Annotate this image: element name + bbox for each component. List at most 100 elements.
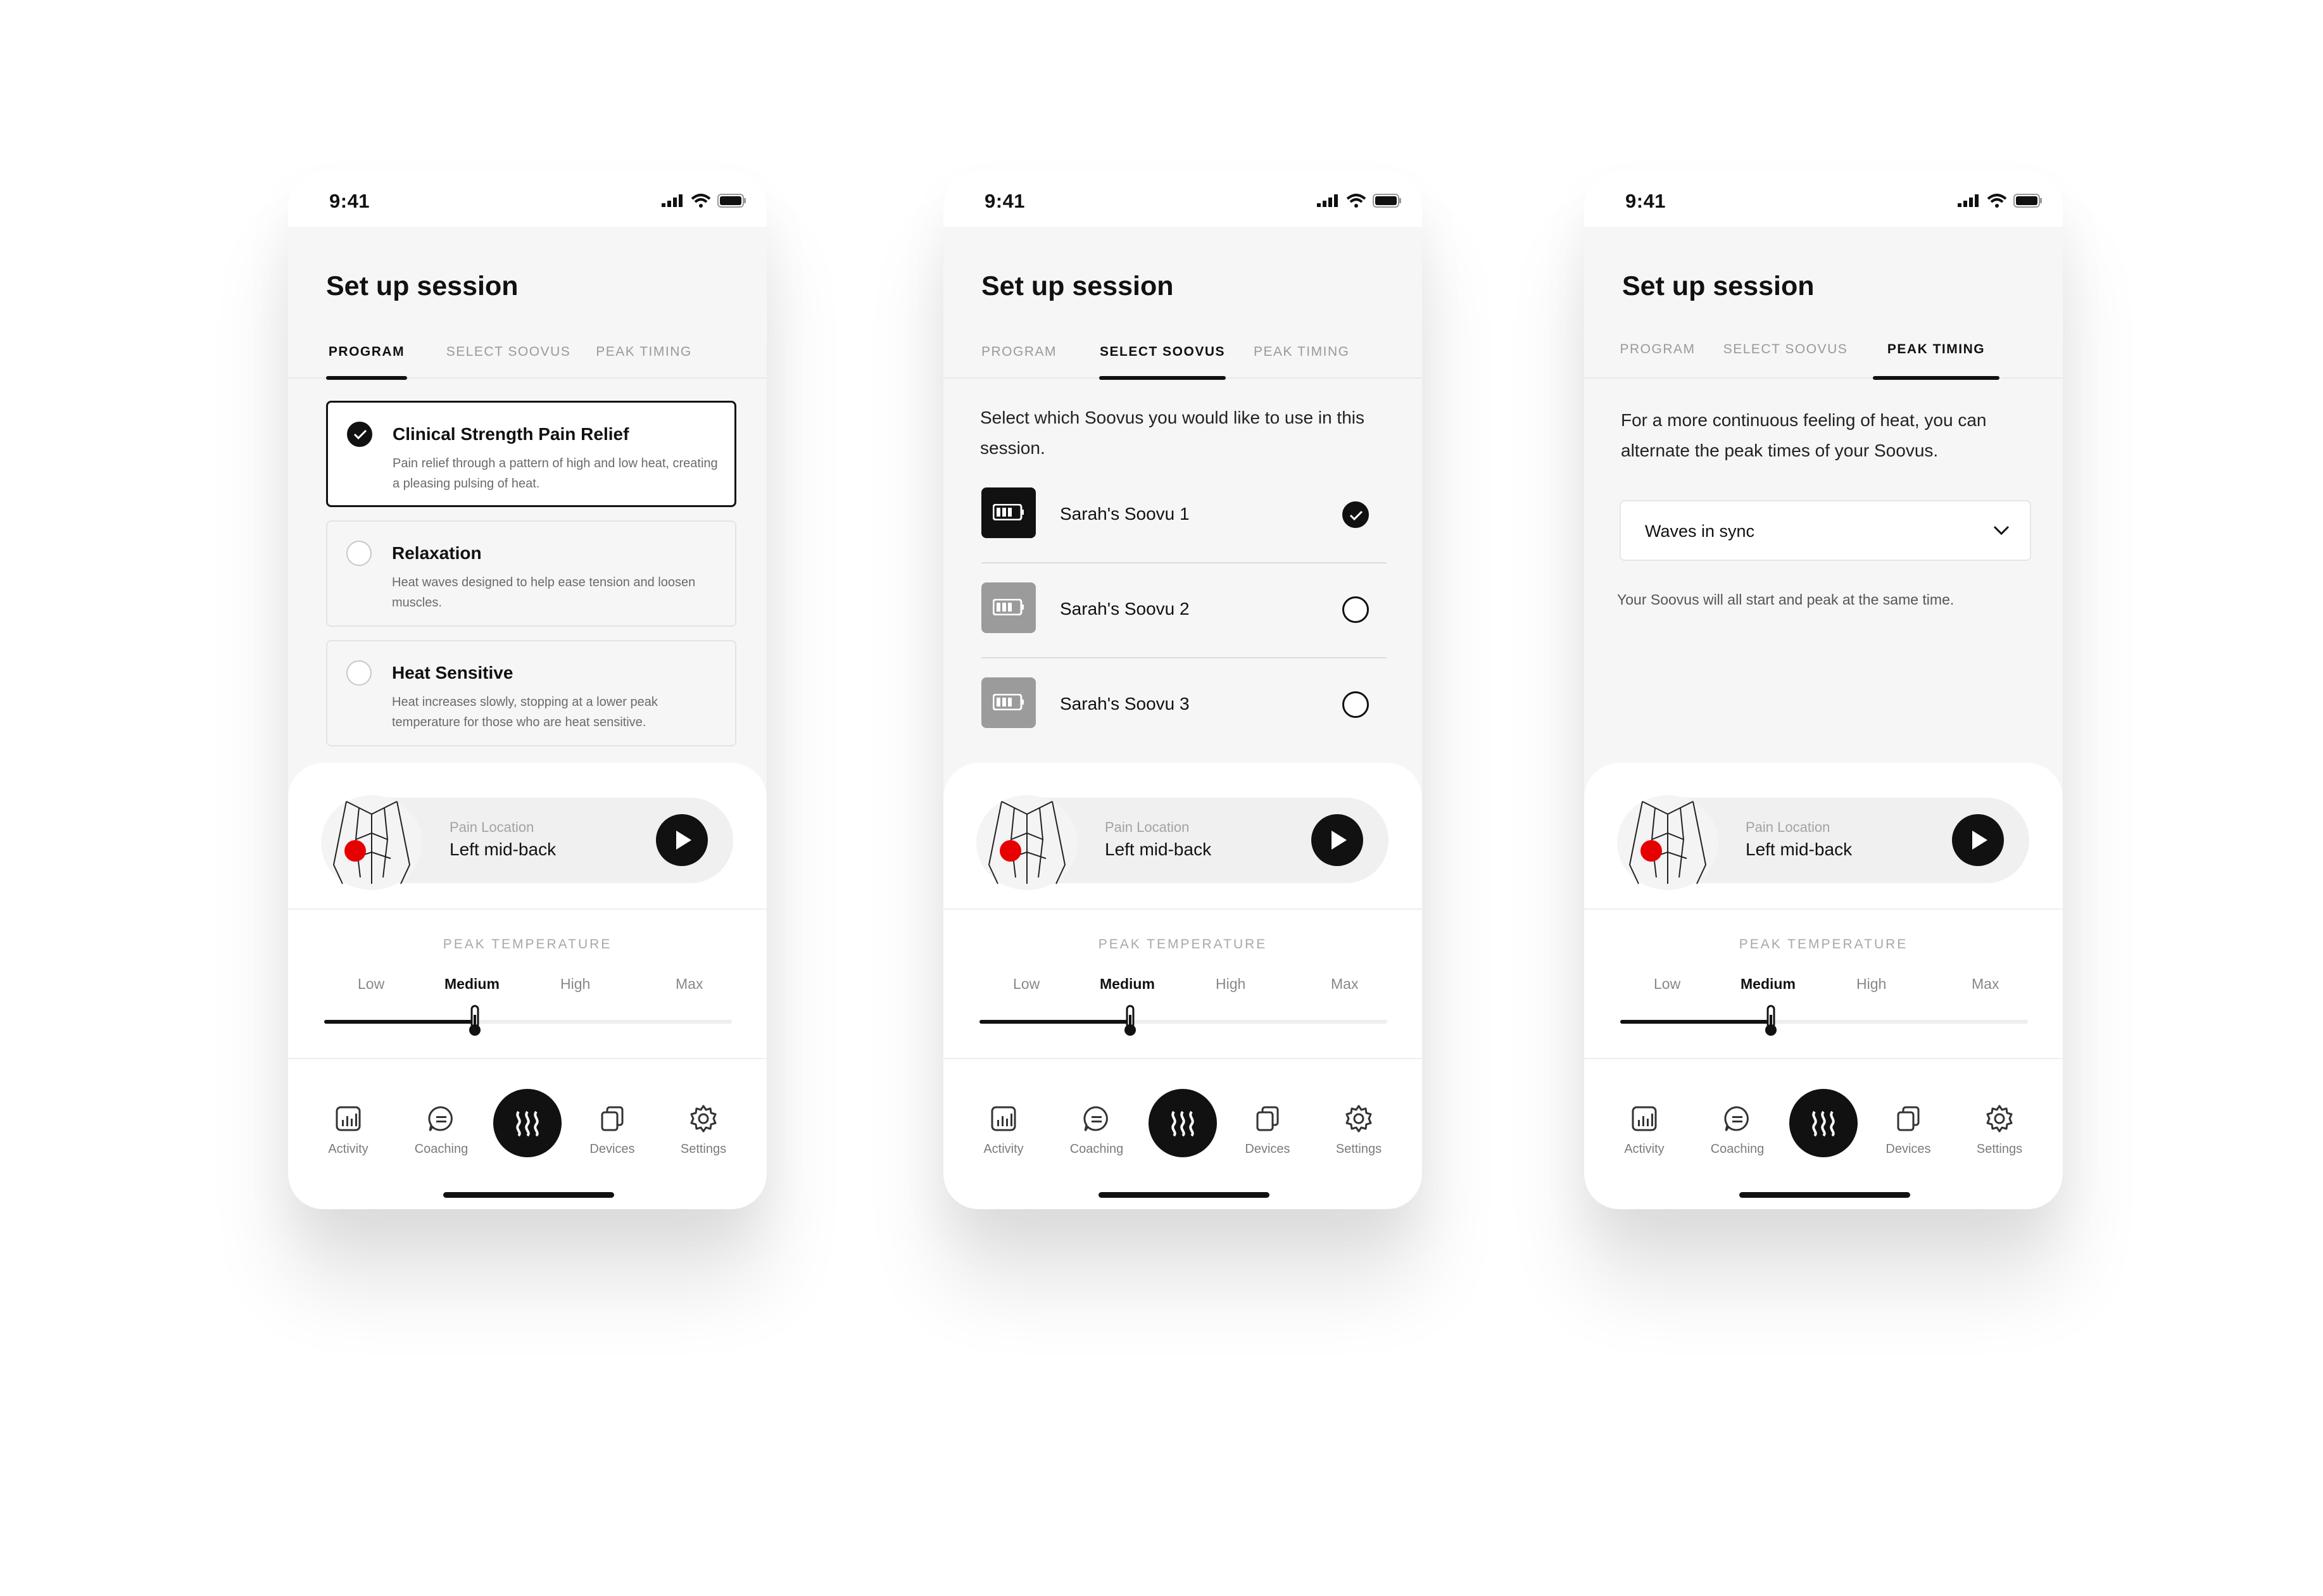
pain-location-value: Left mid-back bbox=[1105, 839, 1212, 859]
temp-level-medium[interactable]: Medium bbox=[444, 976, 500, 993]
tab-program[interactable]: PROGRAM bbox=[326, 339, 407, 380]
tab-select-soovus[interactable]: SELECT SOOVUS bbox=[445, 339, 572, 379]
status-time: 9:41 bbox=[985, 190, 1026, 212]
pain-location-card[interactable]: Pain Location Left mid-back bbox=[1617, 795, 2029, 890]
activity-icon bbox=[991, 1106, 1016, 1131]
device-checkbox[interactable] bbox=[1342, 691, 1369, 718]
nav-settings[interactable]: Settings bbox=[1961, 1103, 2037, 1157]
temp-level-max[interactable]: Max bbox=[1331, 976, 1358, 993]
phone-peak-timing-screen: 9:41 Set up session PROGRAM SELECT SOOVU… bbox=[1584, 171, 2063, 1209]
radio-selected[interactable] bbox=[347, 422, 372, 447]
temp-level-low[interactable]: Low bbox=[1654, 976, 1680, 993]
temp-level-medium[interactable]: Medium bbox=[1100, 976, 1155, 993]
status-time: 9:41 bbox=[329, 190, 370, 212]
peak-timing-dropdown[interactable]: Waves in sync bbox=[1620, 500, 2031, 561]
pain-location-label: Pain Location bbox=[450, 819, 534, 835]
thermometer-thumb-icon[interactable] bbox=[1764, 1005, 1778, 1038]
device-checkbox-checked[interactable] bbox=[1342, 501, 1369, 528]
play-button[interactable] bbox=[1311, 814, 1363, 866]
temperature-slider[interactable] bbox=[324, 1020, 732, 1024]
program-card-relaxation[interactable]: Relaxation Heat waves designed to help e… bbox=[326, 520, 736, 627]
play-button[interactable] bbox=[656, 814, 708, 866]
tab-bar: PROGRAM SELECT SOOVUS PEAK TIMING bbox=[1584, 339, 2063, 380]
tab-peak-timing[interactable]: PEAK TIMING bbox=[593, 339, 695, 379]
status-icons bbox=[1317, 194, 1402, 208]
temp-level-high[interactable]: High bbox=[1216, 976, 1245, 993]
pain-location-label: Pain Location bbox=[1105, 819, 1190, 835]
program-title: Heat Sensitive bbox=[392, 663, 513, 682]
settings-gear-icon bbox=[1345, 1105, 1372, 1133]
play-button[interactable] bbox=[1952, 814, 2004, 866]
program-card-clinical[interactable]: Clinical Strength Pain Relief Pain relie… bbox=[326, 401, 736, 507]
page-title: Set up session bbox=[1622, 271, 1815, 301]
temp-level-low[interactable]: Low bbox=[1013, 976, 1040, 993]
radio-unselected[interactable] bbox=[346, 660, 372, 686]
home-indicator[interactable] bbox=[1739, 1192, 1910, 1198]
phone-program-screen: 9:41 Set up session PROGRAM SELECT SOOVU… bbox=[288, 171, 767, 1209]
temp-level-max[interactable]: Max bbox=[676, 976, 703, 993]
play-icon bbox=[1331, 831, 1347, 850]
dropdown-value: Waves in sync bbox=[1645, 522, 1755, 541]
nav-coaching[interactable]: Coaching bbox=[403, 1103, 479, 1157]
nav-activity[interactable]: Activity bbox=[310, 1103, 386, 1157]
wifi-icon bbox=[691, 194, 711, 208]
program-description: Heat waves designed to help ease tension… bbox=[392, 575, 696, 610]
devices-icon bbox=[1256, 1106, 1279, 1131]
tab-select-soovus[interactable]: SELECT SOOVUS bbox=[1722, 339, 1849, 379]
signal-icon bbox=[1317, 194, 1338, 207]
temp-level-medium[interactable]: Medium bbox=[1741, 976, 1796, 993]
nav-settings[interactable]: Settings bbox=[1321, 1103, 1397, 1157]
tab-program[interactable]: PROGRAM bbox=[1620, 339, 1696, 379]
settings-gear-icon bbox=[1986, 1105, 2013, 1133]
start-heat-button[interactable] bbox=[1789, 1089, 1858, 1157]
home-indicator[interactable] bbox=[1099, 1192, 1269, 1198]
program-description: Pain relief through a pattern of high an… bbox=[393, 456, 718, 491]
nav-activity[interactable]: Activity bbox=[1606, 1103, 1682, 1157]
temperature-slider[interactable] bbox=[1620, 1020, 2028, 1024]
temp-level-high[interactable]: High bbox=[560, 976, 590, 993]
nav-coaching[interactable]: Coaching bbox=[1699, 1103, 1775, 1157]
temperature-slider-fill bbox=[979, 1020, 1131, 1024]
temp-level-max[interactable]: Max bbox=[1972, 976, 1999, 993]
tab-peak-timing[interactable]: PEAK TIMING bbox=[1873, 339, 1999, 380]
divider bbox=[1584, 1058, 2063, 1059]
device-row[interactable]: Sarah's Soovu 3 bbox=[981, 658, 1387, 753]
tab-select-soovus[interactable]: SELECT SOOVUS bbox=[1099, 339, 1226, 380]
divider bbox=[288, 908, 767, 910]
session-sheet: Pain Location Left mid-back PEAK TEMPERA… bbox=[943, 763, 1422, 1209]
nav-coaching[interactable]: Coaching bbox=[1059, 1103, 1135, 1157]
nav-settings[interactable]: Settings bbox=[665, 1103, 741, 1157]
nav-devices[interactable]: Devices bbox=[574, 1103, 650, 1157]
pain-location-label: Pain Location bbox=[1746, 819, 1830, 835]
device-row[interactable]: Sarah's Soovu 1 bbox=[981, 468, 1387, 563]
start-heat-button[interactable] bbox=[493, 1089, 562, 1157]
peak-temperature-title: PEAK TEMPERATURE bbox=[443, 937, 612, 952]
radio-unselected[interactable] bbox=[346, 541, 372, 566]
device-checkbox[interactable] bbox=[1342, 596, 1369, 623]
thermometer-thumb-icon[interactable] bbox=[468, 1005, 482, 1038]
nav-devices[interactable]: Devices bbox=[1870, 1103, 1946, 1157]
start-heat-button[interactable] bbox=[1149, 1089, 1217, 1157]
signal-icon bbox=[662, 194, 683, 207]
select-intro-text: Select which Soovus you would like to us… bbox=[980, 408, 1364, 458]
pain-location-card[interactable]: Pain Location Left mid-back bbox=[976, 795, 1388, 890]
pain-location-card[interactable]: Pain Location Left mid-back bbox=[321, 795, 733, 890]
home-indicator[interactable] bbox=[443, 1192, 614, 1198]
thermometer-thumb-icon[interactable] bbox=[1123, 1005, 1137, 1038]
temperature-slider[interactable] bbox=[979, 1020, 1387, 1024]
battery-icon bbox=[1373, 194, 1401, 208]
program-card-heat-sensitive[interactable]: Heat Sensitive Heat increases slowly, st… bbox=[326, 640, 736, 746]
body-map-image bbox=[976, 795, 1078, 890]
device-row[interactable]: Sarah's Soovu 2 bbox=[981, 563, 1387, 658]
back-figure-icon bbox=[988, 801, 1066, 884]
coaching-icon bbox=[1724, 1106, 1749, 1131]
nav-activity[interactable]: Activity bbox=[966, 1103, 1042, 1157]
temp-level-low[interactable]: Low bbox=[358, 976, 384, 993]
check-icon bbox=[353, 429, 367, 440]
status-bar: 9:41 bbox=[288, 171, 767, 227]
program-description: Heat increases slowly, stopping at a low… bbox=[392, 695, 658, 729]
tab-peak-timing[interactable]: PEAK TIMING bbox=[1254, 339, 1349, 379]
nav-devices[interactable]: Devices bbox=[1230, 1103, 1306, 1157]
tab-program[interactable]: PROGRAM bbox=[981, 339, 1056, 379]
temp-level-high[interactable]: High bbox=[1856, 976, 1886, 993]
